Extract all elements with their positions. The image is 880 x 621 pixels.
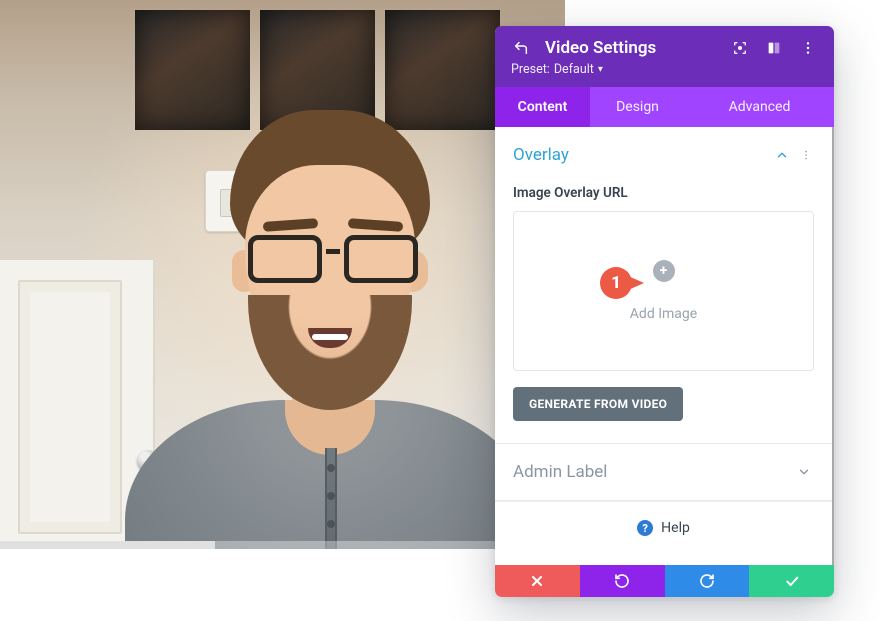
panel-title: Video Settings (545, 38, 716, 58)
panel-body: Overlay Image Overlay URL 1 (495, 127, 834, 565)
more-vertical-icon[interactable] (798, 38, 818, 58)
tabs: Content Design Advanced (495, 87, 834, 127)
section-overlay: Overlay Image Overlay URL 1 (495, 127, 832, 444)
plus-icon: + (653, 260, 675, 282)
preset-value: Default (554, 62, 594, 77)
tab-advanced[interactable]: Advanced (685, 87, 834, 127)
columns-icon[interactable] (764, 38, 784, 58)
section-title: Overlay (513, 145, 772, 165)
preset-label: Preset: (511, 62, 550, 77)
panel-header: Video Settings Preset: Default ▾ (495, 26, 834, 87)
person-figure (80, 70, 500, 549)
tab-content[interactable]: Content (495, 87, 590, 127)
add-image-dropzone[interactable]: 1 + Add Image (513, 211, 814, 371)
section-admin-label: Admin Label (495, 444, 832, 501)
help-label: Help (661, 520, 690, 536)
section-title: Admin Label (513, 462, 794, 482)
panel-footer (495, 565, 834, 597)
tab-label: Content (518, 99, 568, 115)
video-progress-bar[interactable] (0, 529, 565, 549)
help-link[interactable]: ? Help (495, 501, 832, 554)
caret-down-icon: ▾ (598, 64, 603, 75)
focus-icon[interactable] (730, 38, 750, 58)
chevron-down-icon (794, 462, 814, 482)
save-button[interactable] (749, 565, 834, 597)
annotation-number: 1 (600, 267, 632, 299)
image-overlay-url-label: Image Overlay URL (513, 185, 814, 201)
annotation-pointer: 1 (600, 267, 652, 297)
section-admin-label-toggle[interactable]: Admin Label (495, 444, 832, 500)
video-preview[interactable] (0, 0, 565, 549)
undo-button[interactable] (580, 565, 665, 597)
cancel-button[interactable] (495, 565, 580, 597)
video-settings-panel: Video Settings Preset: Default ▾ Content… (495, 26, 834, 597)
tab-label: Advanced (729, 99, 791, 115)
generate-from-video-button[interactable]: GENERATE FROM VIDEO (513, 387, 683, 421)
undo-header-icon[interactable] (511, 38, 531, 58)
preset-selector[interactable]: Preset: Default ▾ (511, 62, 818, 77)
redo-button[interactable] (665, 565, 750, 597)
chevron-up-icon (772, 145, 792, 165)
section-overlay-toggle[interactable]: Overlay (495, 127, 832, 183)
more-vertical-icon[interactable] (798, 145, 814, 165)
tab-label: Design (616, 99, 659, 115)
add-image-label: Add Image (630, 306, 697, 322)
tab-design[interactable]: Design (590, 87, 685, 127)
button-label: GENERATE FROM VIDEO (529, 397, 667, 411)
help-icon: ? (637, 520, 653, 536)
